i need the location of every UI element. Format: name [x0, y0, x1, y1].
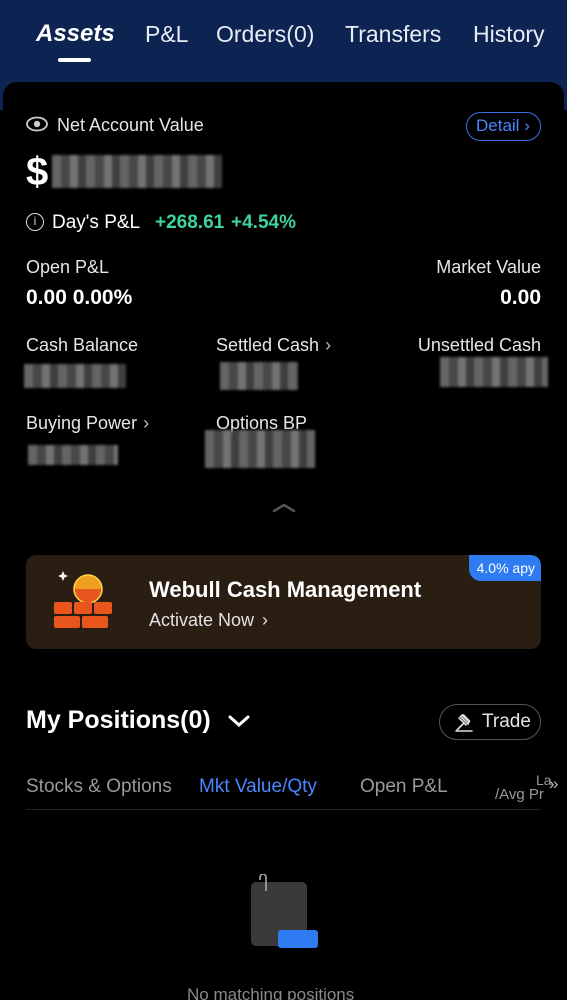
- info-icon[interactable]: i: [26, 213, 44, 231]
- day-pl-amount: +268.61: [155, 212, 225, 233]
- market-value-label: Market Value: [436, 257, 541, 277]
- cash-balance-label: Cash Balance: [26, 335, 139, 355]
- positions-dropdown[interactable]: My Positions(0): [26, 706, 250, 735]
- col-last-price-bottom[interactable]: /Avg Pr: [495, 786, 544, 803]
- tab-assets[interactable]: Assets: [36, 18, 115, 50]
- day-pl-label: Day's P&L: [52, 212, 141, 233]
- net-account-value: $: [26, 150, 49, 194]
- cash-management-icon: [54, 571, 112, 628]
- chevron-right-icon: ›: [519, 116, 530, 135]
- open-pl-value: 0.00 0.00%: [26, 286, 133, 309]
- active-tab-indicator: [58, 58, 91, 62]
- cash-management-banner[interactable]: 4.0% apy Webull Cash Management Activate…: [26, 555, 541, 649]
- redacted-settled-cash: [220, 362, 298, 390]
- net-account-value-label: Net Account Value: [57, 115, 204, 135]
- col-mkt-value-qty[interactable]: Mkt Value/Qty: [199, 776, 317, 798]
- buying-power-label: Buying Power: [26, 413, 138, 433]
- chevron-right-icon: ›: [325, 335, 332, 355]
- trade-button[interactable]: Trade: [439, 704, 541, 740]
- banner-subtitle: Activate Now: [149, 610, 255, 630]
- apy-badge: 4.0% apy: [468, 555, 541, 581]
- redacted-options-bp: [205, 430, 315, 468]
- chevron-right-icon: ›: [143, 413, 150, 433]
- empty-document-icon: [251, 874, 318, 948]
- detail-button-label: Detail: [476, 116, 520, 135]
- tab-bar: Assets P&L Orders(0) Transfers History: [0, 18, 567, 58]
- activate-now-link[interactable]: Activate Now ›: [149, 610, 268, 631]
- tab-pl[interactable]: P&L: [145, 18, 188, 50]
- day-pl-percent: +4.54%: [231, 212, 296, 233]
- col-stocks-options[interactable]: Stocks & Options: [26, 776, 172, 798]
- double-chevron-right-icon[interactable]: »: [549, 774, 558, 794]
- banner-title: Webull Cash Management: [149, 577, 422, 602]
- chevron-right-icon: ›: [262, 610, 269, 630]
- unsettled-cash-label: Unsettled Cash: [417, 335, 541, 355]
- redacted-buying-power: [28, 445, 118, 465]
- settled-cash-label: Settled Cash: [216, 335, 320, 355]
- gavel-icon: [455, 714, 473, 732]
- empty-positions-text: No matching positions: [187, 985, 355, 1000]
- settled-cash-link[interactable]: Settled Cash ›: [216, 335, 331, 356]
- eye-icon[interactable]: [26, 116, 48, 132]
- redacted-net-value: [52, 155, 222, 188]
- buying-power-link[interactable]: Buying Power ›: [26, 413, 149, 434]
- col-open-pl[interactable]: Open P&L: [360, 776, 448, 798]
- redacted-cash-balance: [24, 364, 126, 388]
- redacted-unsettled-cash: [440, 357, 548, 387]
- tab-history[interactable]: History: [473, 18, 545, 50]
- chevron-down-icon: [228, 715, 250, 728]
- chevron-up-icon[interactable]: [272, 500, 296, 514]
- positions-title: My Positions(0): [26, 706, 211, 734]
- tab-transfers[interactable]: Transfers: [345, 18, 441, 50]
- market-value: 0.00: [500, 286, 541, 309]
- detail-button[interactable]: Detail ›: [466, 112, 541, 141]
- open-pl-label: Open P&L: [26, 257, 110, 277]
- trade-button-label: Trade: [482, 711, 531, 732]
- tab-orders[interactable]: Orders(0): [216, 18, 314, 50]
- column-divider: [26, 809, 541, 810]
